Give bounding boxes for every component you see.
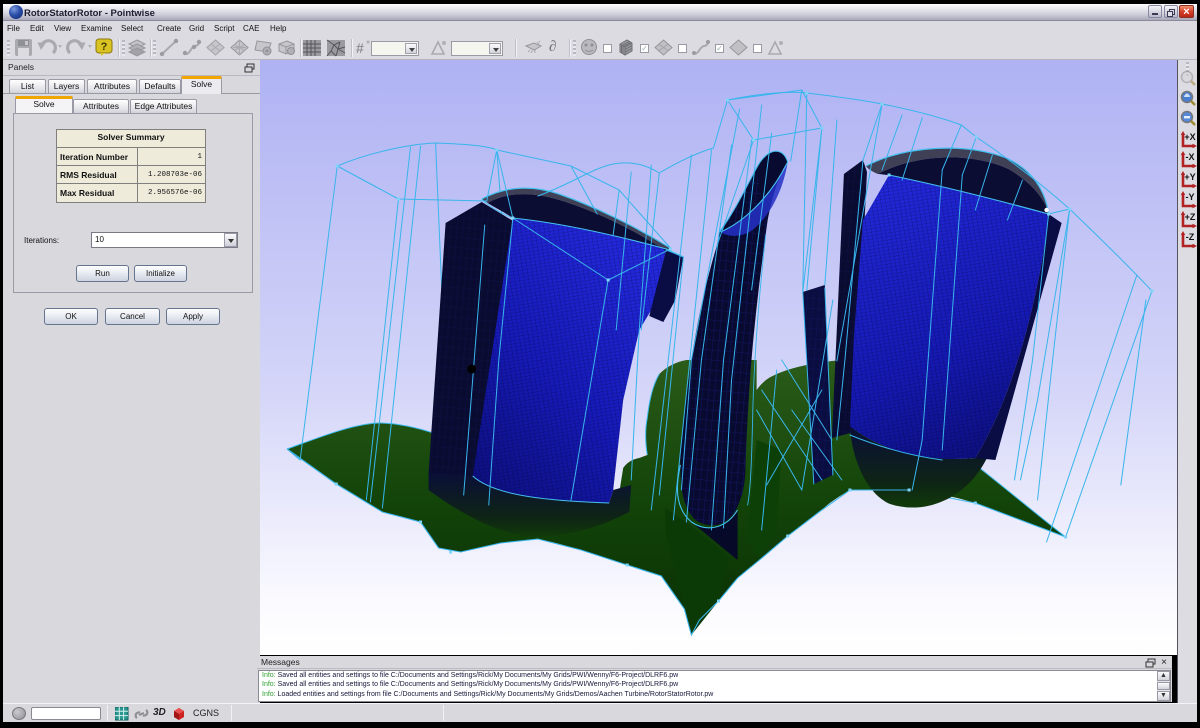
svg-text:-Y: -Y bbox=[1186, 192, 1195, 202]
svg-text:+Y: +Y bbox=[1184, 172, 1195, 182]
svg-text:-Z: -Z bbox=[1186, 232, 1195, 242]
svg-text:#: # bbox=[356, 40, 364, 56]
svg-text:-X: -X bbox=[1186, 152, 1195, 162]
svg-text:?: ? bbox=[101, 41, 108, 53]
svg-text:+Z: +Z bbox=[1185, 212, 1196, 222]
svg-text:+X: +X bbox=[1184, 132, 1195, 142]
